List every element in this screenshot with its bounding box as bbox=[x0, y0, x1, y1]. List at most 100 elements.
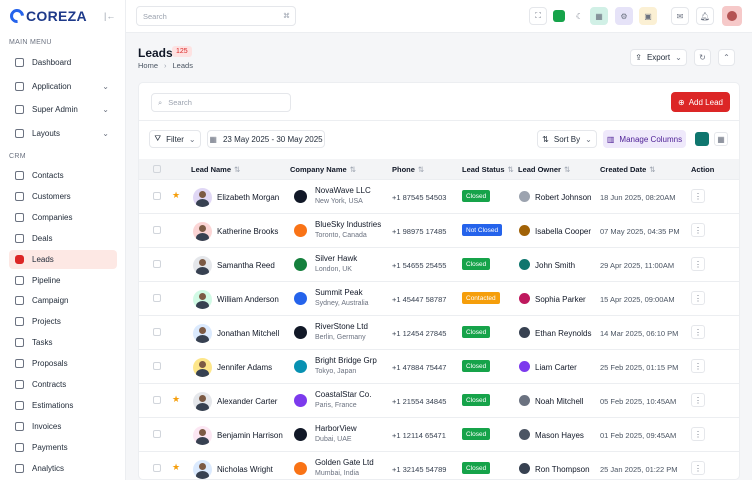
sidebar-item-dashboard[interactable]: Dashboard bbox=[9, 53, 117, 72]
lead-name[interactable]: William Anderson bbox=[217, 295, 279, 304]
sidebar-item-proposals[interactable]: Proposals bbox=[9, 354, 117, 373]
date-range-picker[interactable]: ▦ 23 May 2025 - 30 May 2025 bbox=[207, 130, 325, 148]
lead-name[interactable]: Elizabeth Morgan bbox=[217, 193, 279, 202]
row-checkbox[interactable] bbox=[153, 328, 161, 336]
more-options-icon[interactable]: ⋮ bbox=[691, 359, 705, 373]
global-search-input[interactable]: Search ⌘ bbox=[136, 6, 296, 26]
sidebar-item-application[interactable]: Application ⌄ bbox=[9, 77, 117, 96]
grid-view-icon[interactable]: ▦ bbox=[714, 132, 728, 146]
add-lead-button[interactable]: ⊕ Add Lead bbox=[671, 92, 730, 112]
sidebar-item-estimations[interactable]: Estimations bbox=[9, 396, 117, 415]
lead-phone: +1 45447 58787 bbox=[392, 295, 447, 304]
more-options-icon[interactable]: ⋮ bbox=[691, 257, 705, 271]
row-checkbox[interactable] bbox=[153, 260, 161, 268]
table-row[interactable]: ★ Elizabeth Morgan NovaWave LLC New York, U… bbox=[139, 179, 739, 213]
table-row[interactable]: Jonathan Mitchell RiverStone Ltd Berlin, G… bbox=[139, 315, 739, 349]
sidebar-item-invoices[interactable]: Invoices bbox=[9, 417, 117, 436]
lead-name[interactable]: Jennifer Adams bbox=[217, 363, 272, 372]
column-lead-owner[interactable]: Lead Owner ⇅ bbox=[518, 165, 570, 174]
filter-icon: ⛛ bbox=[154, 134, 162, 143]
star-icon[interactable]: ★ bbox=[172, 462, 180, 473]
breadcrumb-home[interactable]: Home bbox=[138, 61, 158, 70]
lead-name[interactable]: Katherine Brooks bbox=[217, 227, 278, 236]
lead-owner: Ron Thompson bbox=[535, 465, 590, 474]
more-options-icon[interactable]: ⋮ bbox=[691, 189, 705, 203]
brand-logo[interactable]: COREZA bbox=[7, 6, 87, 26]
row-checkbox[interactable] bbox=[153, 396, 161, 404]
table-row[interactable]: Jennifer Adams Bright Bridge Grp Tokyo, Ja… bbox=[139, 349, 739, 383]
settings-icon[interactable]: ⚙ bbox=[615, 7, 633, 25]
row-checkbox[interactable] bbox=[153, 226, 161, 234]
sidebar-item-companies[interactable]: Companies bbox=[9, 208, 117, 227]
star-icon[interactable]: ★ bbox=[172, 394, 180, 405]
sidebar-item-deals[interactable]: Deals bbox=[9, 229, 117, 248]
manage-columns-button[interactable]: ▥ Manage Columns bbox=[603, 130, 686, 148]
table-row[interactable]: ★ Alexander Carter CoastalStar Co. Paris, F… bbox=[139, 383, 739, 417]
lead-name[interactable]: Jonathan Mitchell bbox=[217, 329, 279, 338]
sidebar-item-tasks[interactable]: Tasks bbox=[9, 333, 117, 352]
sidebar-item-projects[interactable]: Projects bbox=[9, 312, 117, 331]
user-avatar[interactable] bbox=[722, 6, 742, 26]
customers-icon bbox=[15, 191, 24, 201]
calendar-icon[interactable]: ▣ bbox=[639, 7, 657, 25]
select-all-checkbox[interactable] bbox=[153, 165, 161, 173]
more-options-icon[interactable]: ⋮ bbox=[691, 325, 705, 339]
sidebar-item-layouts[interactable]: Layouts ⌄ bbox=[9, 124, 117, 143]
more-options-icon[interactable]: ⋮ bbox=[691, 461, 705, 475]
row-checkbox[interactable] bbox=[153, 294, 161, 302]
apps-grid-icon[interactable]: ▦ bbox=[590, 7, 608, 25]
table-row[interactable]: Samantha Reed Silver Hawk London, UK +1 546… bbox=[139, 247, 739, 281]
proposals-icon bbox=[15, 359, 24, 369]
sidebar-item-campaign[interactable]: Campaign bbox=[9, 291, 117, 310]
lead-name[interactable]: Samantha Reed bbox=[217, 261, 275, 270]
filter-button[interactable]: ⛛ Filter ⌄ bbox=[149, 130, 201, 148]
more-options-icon[interactable]: ⋮ bbox=[691, 223, 705, 237]
fullscreen-icon[interactable]: ⛶ bbox=[529, 7, 547, 25]
moon-icon[interactable]: ☾ bbox=[576, 12, 583, 21]
sidebar-item-leads[interactable]: Leads bbox=[9, 249, 117, 269]
sidebar-item-analytics[interactable]: Analytics bbox=[9, 459, 117, 478]
sidebar-item-label: Application bbox=[32, 81, 72, 91]
column-phone[interactable]: Phone ⇅ bbox=[392, 165, 424, 174]
more-options-icon[interactable]: ⋮ bbox=[691, 393, 705, 407]
row-checkbox[interactable] bbox=[153, 464, 161, 472]
sidebar-item-pipeline[interactable]: Pipeline bbox=[9, 271, 117, 290]
sidebar-item-contacts[interactable]: Contacts bbox=[9, 166, 117, 185]
table-row[interactable]: ★ Nicholas Wright Golden Gate Ltd Mumbai, I… bbox=[139, 451, 739, 479]
company-name: Summit Peak bbox=[315, 288, 363, 297]
column-lead-status[interactable]: Lead Status ⇅ bbox=[462, 165, 514, 174]
table-row[interactable]: Katherine Brooks BlueSky Industries Toront… bbox=[139, 213, 739, 247]
leads-search-input[interactable]: ⌕ Search bbox=[151, 93, 291, 112]
notifications-icon[interactable]: 🔔︎ bbox=[696, 7, 714, 25]
table-row[interactable]: Benjamin Harrison HarborView Dubai, UAE +1 … bbox=[139, 417, 739, 451]
column-company-name[interactable]: Company Name ⇅ bbox=[290, 165, 356, 174]
collapse-header-icon[interactable]: ⌃ bbox=[718, 49, 735, 66]
pipeline-icon bbox=[15, 275, 24, 285]
refresh-icon[interactable]: ↻ bbox=[694, 49, 711, 66]
row-checkbox[interactable] bbox=[153, 192, 161, 200]
sidebar-item-payments[interactable]: Payments bbox=[9, 438, 117, 457]
sort-by-dropdown[interactable]: ⇅ Sort By ⌄ bbox=[537, 130, 597, 148]
export-button[interactable]: ⇪ Export ⌄ bbox=[630, 49, 687, 66]
lead-name[interactable]: Alexander Carter bbox=[217, 397, 277, 406]
sidebar-item-contracts[interactable]: Contracts bbox=[9, 375, 117, 394]
light-mode-icon[interactable] bbox=[553, 10, 565, 22]
column-lead-name[interactable]: Lead Name ⇅ bbox=[191, 165, 240, 174]
lead-phone: +1 98975 17485 bbox=[392, 227, 447, 236]
row-checkbox[interactable] bbox=[153, 430, 161, 438]
column-created-date[interactable]: Created Date ⇅ bbox=[600, 165, 656, 174]
list-view-icon[interactable] bbox=[695, 132, 709, 146]
more-options-icon[interactable]: ⋮ bbox=[691, 427, 705, 441]
sidebar-item-customers[interactable]: Customers bbox=[9, 187, 117, 206]
table-row[interactable]: William Anderson Summit Peak Sydney, Austr… bbox=[139, 281, 739, 315]
lead-name[interactable]: Benjamin Harrison bbox=[217, 431, 283, 440]
messages-icon[interactable]: ✉ bbox=[671, 7, 689, 25]
sidebar-collapse-icon[interactable]: |← bbox=[104, 11, 115, 21]
sidebar-item-super-admin[interactable]: Super Admin ⌄ bbox=[9, 100, 117, 119]
more-options-icon[interactable]: ⋮ bbox=[691, 291, 705, 305]
star-icon[interactable]: ★ bbox=[172, 190, 180, 201]
theme-toggle[interactable]: ☾ bbox=[553, 7, 583, 25]
lead-name[interactable]: Nicholas Wright bbox=[217, 465, 273, 474]
row-checkbox[interactable] bbox=[153, 362, 161, 370]
company-location: Berlin, Germany bbox=[315, 334, 366, 341]
